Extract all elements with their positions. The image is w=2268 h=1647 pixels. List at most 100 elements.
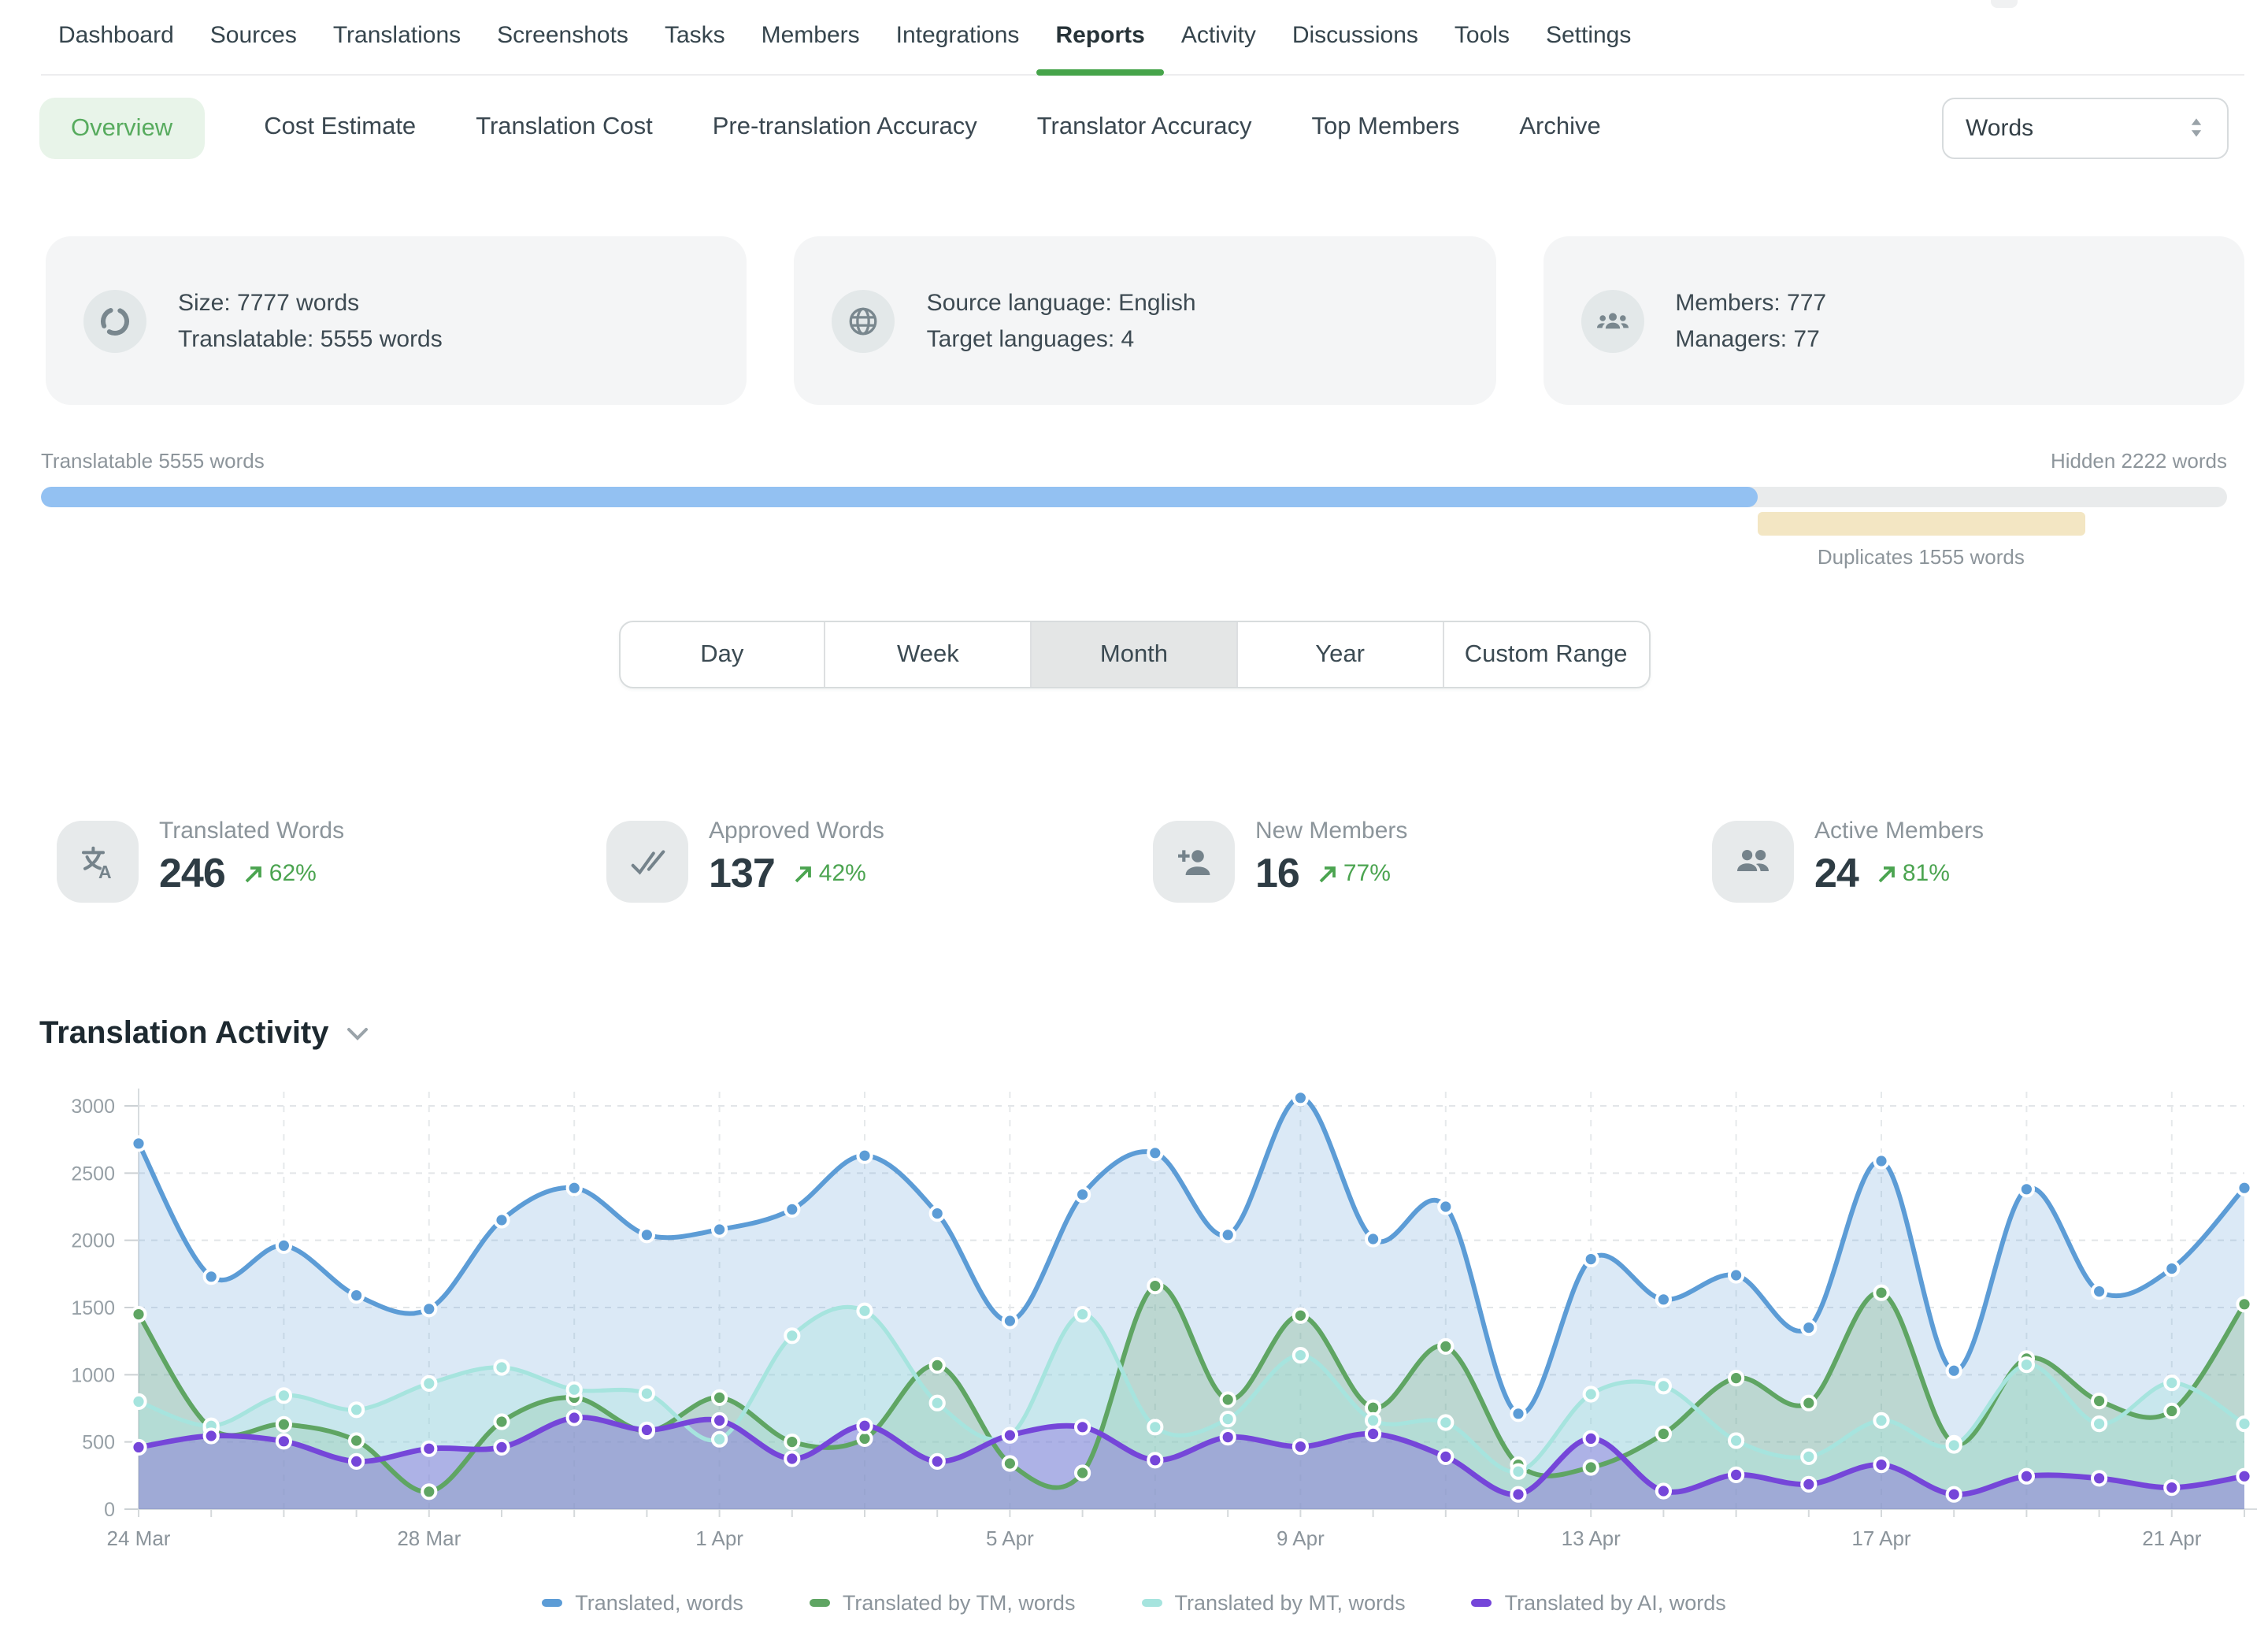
svg-text:28 Mar: 28 Mar	[397, 1526, 461, 1550]
tab-top-members[interactable]: Top Members	[1312, 113, 1460, 142]
translation-activity-header: Translation Activity	[39, 1016, 2268, 1052]
translation-activity-chart[interactable]: 05001000150020002500300024 Mar28 Mar1 Ap…	[0, 1071, 2268, 1556]
translatable-line: Translatable: 5555 words	[178, 321, 443, 357]
svg-text:500: 500	[82, 1432, 115, 1454]
stat-value: 24	[1814, 849, 1858, 898]
reports-subnav: Overview Cost Estimate Translation Cost …	[39, 96, 2229, 159]
stat-value: 137	[709, 849, 775, 898]
legend-swatch-translated-icon	[542, 1599, 562, 1607]
stat-label: New Members	[1255, 818, 1407, 844]
svg-text:9 Apr: 9 Apr	[1277, 1526, 1325, 1550]
size-card: Size: 7777 words Translatable: 5555 word…	[46, 236, 747, 405]
translatable-words-label: Translatable 5555 words	[41, 449, 265, 473]
double-check-icon	[606, 821, 688, 903]
stat-label: Approved Words	[709, 818, 884, 844]
members-line: Members: 777	[1675, 284, 1826, 321]
range-year[interactable]: Year	[1238, 622, 1444, 687]
svg-text:A: A	[98, 862, 112, 882]
translation-activity-chart-wrap: 05001000150020002500300024 Mar28 Mar1 Ap…	[0, 1071, 2268, 1615]
stat-delta-value: 81%	[1903, 860, 1950, 887]
stat-label: Active Members	[1814, 818, 1984, 844]
nav-tools[interactable]: Tools	[1455, 22, 1510, 74]
unit-select-value: Words	[1966, 114, 2033, 141]
range-month[interactable]: Month	[1032, 622, 1238, 687]
stat-delta-value: 62%	[269, 860, 317, 887]
active-members-stat: Active Members 24 81%	[1712, 818, 1984, 903]
svg-text:1000: 1000	[71, 1364, 115, 1386]
legend-translated-mt[interactable]: Translated by MT, words	[1141, 1591, 1405, 1615]
reports-page: Dashboard Sources Translations Screensho…	[0, 0, 2268, 1647]
unit-select[interactable]: Words	[1942, 97, 2229, 158]
tab-overview[interactable]: Overview	[39, 97, 204, 158]
legend-label: Translated, words	[575, 1591, 743, 1615]
nav-tasks[interactable]: Tasks	[665, 22, 725, 74]
members-card: Members: 777 Managers: 77	[1543, 236, 2244, 405]
tab-archive[interactable]: Archive	[1519, 113, 1600, 142]
svg-text:21 Apr: 21 Apr	[2142, 1526, 2202, 1550]
range-day[interactable]: Day	[620, 622, 826, 687]
tab-pretranslation-accuracy[interactable]: Pre-translation Accuracy	[713, 113, 977, 142]
stat-value: 16	[1255, 849, 1299, 898]
stat-delta-value: 77%	[1343, 860, 1391, 887]
project-summary-cards: Size: 7777 words Translatable: 5555 word…	[46, 236, 2244, 405]
words-progress-bar	[41, 487, 2227, 507]
stat-delta-value: 42%	[819, 860, 866, 887]
tab-translator-accuracy[interactable]: Translator Accuracy	[1037, 113, 1252, 142]
globe-icon	[832, 289, 895, 352]
nav-sources[interactable]: Sources	[210, 22, 297, 74]
trend-up-icon	[1876, 862, 1898, 885]
tab-translation-cost[interactable]: Translation Cost	[476, 113, 653, 142]
stat-value: 246	[159, 849, 225, 898]
chart-legend: Translated, words Translated by TM, word…	[0, 1591, 2268, 1615]
stat-label: Translated Words	[159, 818, 344, 844]
nav-discussions[interactable]: Discussions	[1292, 22, 1418, 74]
translate-icon: A	[57, 821, 139, 903]
range-custom[interactable]: Custom Range	[1443, 622, 1648, 687]
svg-text:5 Apr: 5 Apr	[986, 1526, 1034, 1550]
svg-text:13 Apr: 13 Apr	[1562, 1526, 1621, 1550]
users-icon	[1712, 821, 1794, 903]
svg-text:24 Mar: 24 Mar	[107, 1526, 171, 1550]
nav-activity[interactable]: Activity	[1181, 22, 1256, 74]
svg-text:1500: 1500	[71, 1297, 115, 1319]
legend-translated-ai[interactable]: Translated by AI, words	[1472, 1591, 1726, 1615]
svg-text:0: 0	[104, 1499, 115, 1521]
legend-translated[interactable]: Translated, words	[542, 1591, 743, 1615]
approved-words-stat: Approved Words 137 42%	[606, 818, 884, 903]
duplicates-bar-segment	[1757, 512, 2085, 536]
legend-label: Translated by AI, words	[1505, 1591, 1726, 1615]
source-language-line: Source language: English	[927, 284, 1196, 321]
legend-translated-tm[interactable]: Translated by TM, words	[810, 1591, 1076, 1615]
nav-integrations[interactable]: Integrations	[896, 22, 1020, 74]
progress-circle-icon	[83, 289, 146, 352]
hidden-words-label: Hidden 2222 words	[2051, 449, 2227, 473]
members-icon	[1581, 289, 1644, 352]
main-nav: Dashboard Sources Translations Screensho…	[41, 0, 2244, 76]
tab-cost-estimate[interactable]: Cost Estimate	[264, 113, 416, 142]
trend-up-icon	[792, 862, 814, 885]
svg-text:3000: 3000	[71, 1096, 115, 1118]
select-sorter-icon	[2188, 115, 2205, 140]
date-range-toggle: Day Week Month Year Custom Range	[618, 621, 1650, 688]
nav-settings[interactable]: Settings	[1546, 22, 1631, 74]
legend-label: Translated by MT, words	[1174, 1591, 1405, 1615]
section-title: Translation Activity	[39, 1016, 329, 1052]
range-week[interactable]: Week	[826, 622, 1032, 687]
new-members-stat: New Members 16 77%	[1153, 818, 1407, 903]
chevron-down-icon[interactable]	[346, 1027, 369, 1041]
nav-screenshots[interactable]: Screenshots	[497, 22, 628, 74]
legend-label: Translated by TM, words	[843, 1591, 1076, 1615]
nav-translations[interactable]: Translations	[333, 22, 461, 74]
nav-reports[interactable]: Reports	[1055, 22, 1144, 74]
target-languages-line: Target languages: 4	[927, 321, 1196, 357]
legend-swatch-tm-icon	[810, 1599, 830, 1607]
managers-line: Managers: 77	[1675, 321, 1826, 357]
svg-text:2500: 2500	[71, 1163, 115, 1185]
nav-dashboard[interactable]: Dashboard	[58, 22, 174, 74]
languages-card: Source language: English Target language…	[795, 236, 1496, 405]
size-line: Size: 7777 words	[178, 284, 443, 321]
nav-members[interactable]: Members	[762, 22, 860, 74]
translatable-bar-segment	[41, 487, 1757, 507]
svg-text:2000: 2000	[71, 1230, 115, 1252]
words-breakdown: Translatable 5555 words Hidden 2222 word…	[41, 449, 2227, 573]
